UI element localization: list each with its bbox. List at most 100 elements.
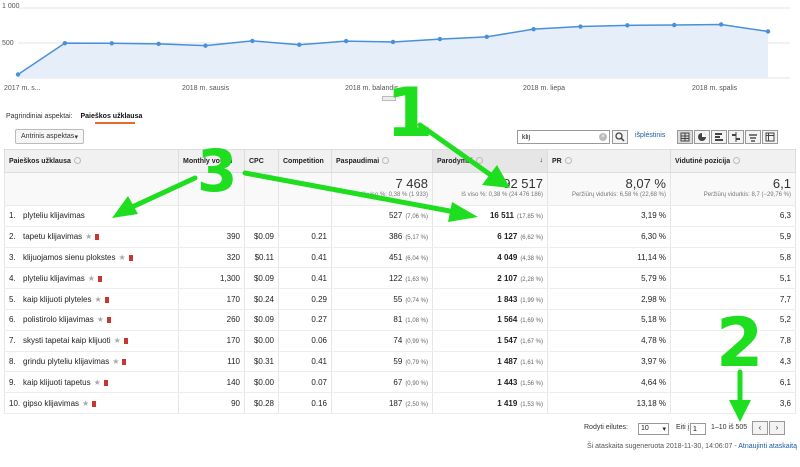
cell-impressions: 1 487 (1,61 %)	[432, 351, 548, 373]
secondary-dimension-button[interactable]: Antrinis aspektas ▾	[15, 129, 84, 144]
star-icon[interactable]: ★	[97, 315, 104, 324]
star-icon[interactable]: ★	[112, 357, 119, 366]
help-icon[interactable]	[73, 157, 81, 164]
query-link[interactable]: klijuojamos sienu plokstes	[23, 253, 116, 262]
help-icon[interactable]	[475, 157, 483, 164]
cell-ctr: 5,18 %	[547, 309, 671, 331]
x-tick-label: 2018 m. spalis	[692, 85, 738, 92]
total-clicks: 7 468	[395, 176, 428, 191]
pivot-view-icon	[765, 132, 775, 142]
cell-cpc: $0.28	[244, 392, 279, 414]
annotation-label-3: 3	[197, 137, 238, 205]
table-row: 3. klijuojamos sienu plokstes ★ 320 $0.11 0.4…	[4, 247, 796, 269]
performance-view-button[interactable]	[711, 130, 727, 144]
term-cloud-view-button[interactable]	[745, 130, 761, 144]
star-icon[interactable]: ★	[85, 232, 92, 241]
y-tick-label: 500	[2, 40, 14, 47]
cell-competition: 0.07	[278, 371, 332, 394]
cell-impressions: 1 843 (1,99 %)	[432, 288, 548, 310]
query-link[interactable]: skysti tapetai kaip klijuoti	[23, 336, 111, 345]
help-icon[interactable]	[564, 157, 572, 164]
chart-point	[484, 34, 489, 40]
cell-competition: 0.29	[278, 288, 332, 310]
trash-icon[interactable]	[97, 275, 102, 282]
trash-icon[interactable]	[106, 317, 111, 324]
star-icon[interactable]: ★	[94, 378, 101, 387]
col-header-cpc[interactable]: CPC	[244, 149, 279, 173]
trash-icon[interactable]	[128, 254, 133, 261]
star-icon[interactable]: ★	[94, 295, 101, 304]
table-view-button[interactable]	[677, 130, 693, 144]
annotation-label-2: 2	[716, 304, 764, 383]
query-link[interactable]: grindu plyteliu klijavimas	[23, 357, 109, 366]
star-icon[interactable]: ★	[119, 253, 126, 262]
table-row: 8. grindu plyteliu klijavimas ★ 110 $0.31 0.4…	[4, 351, 796, 373]
prev-page-button[interactable]: ‹	[752, 421, 768, 435]
x-tick-label: 2017 m. s...	[4, 85, 41, 92]
query-link[interactable]: kaip klijuoti plyteles	[23, 295, 91, 304]
star-icon[interactable]: ★	[114, 336, 121, 345]
query-link[interactable]: kaip klijuoti tapetus	[23, 378, 91, 387]
col-header-impressions[interactable]: Parodymai ↓	[432, 149, 548, 173]
total-position-sub: Peržiūrų vidurkis: 8,7 (−29,76 %)	[703, 192, 791, 198]
total-impressions: 92 517	[503, 176, 543, 191]
cell-cpc	[244, 205, 279, 227]
cell-query: 5. kaip klijuoti plyteles ★	[4, 288, 179, 310]
rows-per-page-select[interactable]: 10 ▾	[638, 423, 669, 435]
col-header-position[interactable]: Vidutinė pozicija	[670, 149, 796, 173]
cell-clicks: 59 (0,79 %)	[331, 351, 433, 373]
cell-impressions: 6 127 (6,62 %)	[432, 226, 548, 248]
cell-position: 5,9	[670, 226, 796, 248]
comparison-view-icon	[732, 132, 740, 142]
trash-icon[interactable]	[95, 234, 100, 241]
trash-icon[interactable]	[92, 400, 97, 407]
cell-clicks: 187 (2,50 %)	[331, 392, 433, 414]
cell-ctr: 13,18 %	[547, 392, 671, 414]
cell-volume: 90	[178, 392, 245, 414]
performance-view-icon	[715, 133, 723, 141]
trash-icon[interactable]	[104, 296, 109, 303]
query-link[interactable]: gipso klijavimas	[23, 399, 79, 408]
pie-view-button[interactable]	[694, 130, 710, 144]
chart-point	[15, 72, 21, 77]
query-link[interactable]: polistirolo klijavimas	[23, 315, 94, 324]
col-header-ctr[interactable]: PR	[547, 149, 671, 173]
search-button[interactable]	[612, 130, 628, 144]
cell-clicks: 451 (6,04 %)	[331, 247, 433, 269]
clear-search-icon[interactable]: ×	[599, 133, 607, 141]
col-header-query[interactable]: Paieškos užklausa	[4, 149, 179, 173]
table-row: 1. plyteliu klijavimas 527 (7,06 %) 16 511 (1…	[4, 205, 796, 227]
help-icon[interactable]	[382, 157, 390, 164]
cell-position: 5,1	[670, 267, 796, 290]
advanced-filter-link[interactable]: išplėstinis	[635, 132, 665, 139]
row-number: 6.	[9, 315, 16, 325]
y-tick-label: 1 000	[2, 3, 20, 10]
next-page-button[interactable]: ›	[769, 421, 785, 435]
cell-ctr: 4,64 %	[547, 371, 671, 394]
secondary-dimension-label: Antrinis aspektas	[21, 133, 75, 140]
chart-point	[578, 24, 583, 29]
table-search-input[interactable]	[517, 130, 610, 144]
cell-competition: 0.41	[278, 351, 332, 373]
col-header-competition[interactable]: Competition	[278, 149, 332, 173]
query-link[interactable]: plyteliu klijavimas	[23, 211, 85, 220]
cell-query: 4. plyteliu klijavimas ★	[4, 267, 179, 290]
total-clicks-sub: Iš viso %: 0,38 % (1 933)	[361, 192, 428, 198]
trash-icon[interactable]	[103, 379, 108, 386]
trash-icon[interactable]	[123, 338, 128, 345]
star-icon[interactable]: ★	[88, 274, 95, 283]
query-link[interactable]: plyteliu klijavimas	[23, 274, 85, 283]
trash-icon[interactable]	[122, 358, 127, 365]
row-number: 2.	[9, 232, 16, 242]
query-link[interactable]: tapetu klijavimas	[23, 232, 82, 241]
pivot-view-button[interactable]	[762, 130, 778, 144]
refresh-report-link[interactable]: Atnaujinti ataskaitą	[738, 443, 797, 450]
row-number: 8.	[9, 356, 16, 366]
cell-volume: 110	[178, 351, 245, 373]
help-icon[interactable]	[733, 157, 741, 164]
cell-query: 6. polistirolo klijavimas ★	[4, 309, 179, 331]
star-icon[interactable]: ★	[82, 399, 89, 408]
goto-page-input[interactable]	[690, 423, 706, 435]
comparison-view-button[interactable]	[728, 130, 744, 144]
dimension-search-query[interactable]: Paieškos užklausa	[81, 113, 143, 120]
